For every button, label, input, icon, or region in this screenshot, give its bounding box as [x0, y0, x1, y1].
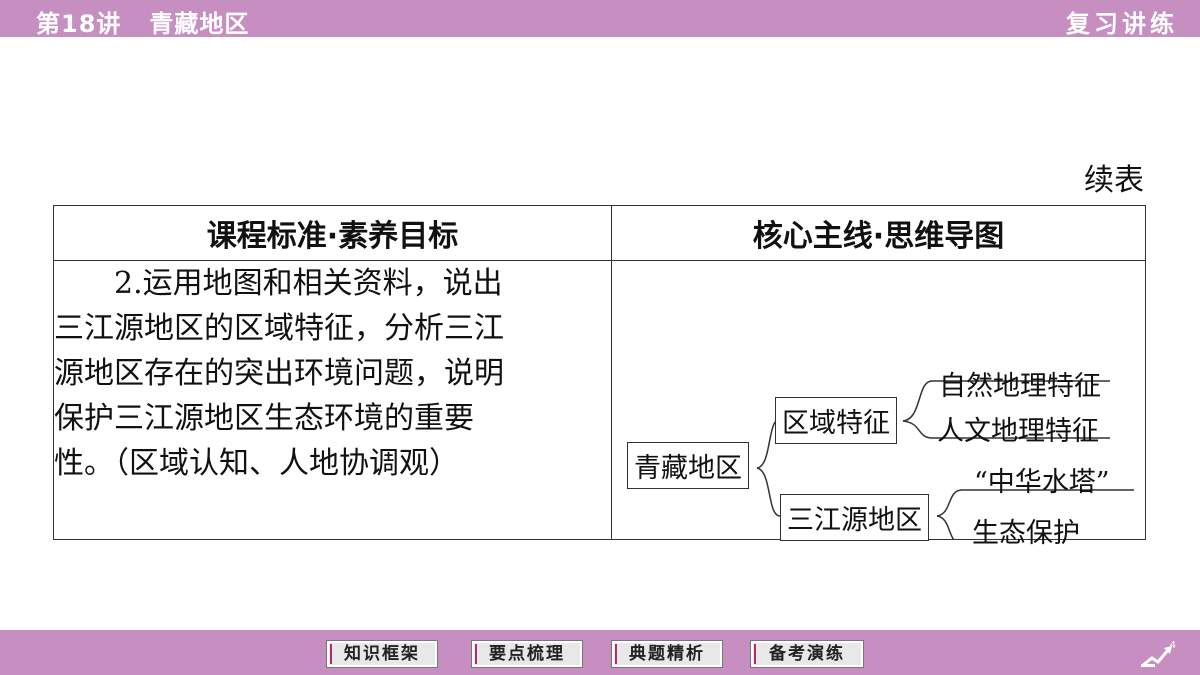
- standards-line-4: 保护三江源地区生态环境的重要: [54, 401, 474, 436]
- mindmap-root: 青藏地区: [627, 442, 749, 489]
- standards-line-5: 性。（区域认知、人地协调观）: [54, 446, 459, 481]
- lecture-title: 第18讲 青藏地区: [36, 4, 249, 39]
- bottom-bar: [0, 630, 1200, 675]
- section-title: 复习讲练: [1066, 10, 1178, 38]
- mindmap-branch-regional-features: 区域特征: [775, 397, 897, 444]
- lecture-topic: 青藏地区: [149, 10, 250, 38]
- nav-key-points-button[interactable]: 要点梳理: [471, 640, 583, 668]
- standards-cell: 2.运用地图和相关资料，说出 三江源地区的区域特征，分析三江 源地区存在的突出环…: [53, 260, 612, 540]
- mindmap-leaf-eco-protection: 生态保护: [972, 518, 1080, 549]
- top-bar: 第18讲 青藏地区 复习讲练: [0, 0, 1200, 39]
- page-indicator[interactable]: 4: [1138, 640, 1182, 670]
- nav-knowledge-framework-button[interactable]: 知识框架: [326, 640, 438, 668]
- table-row: 2.运用地图和相关资料，说出 三江源地区的区域特征，分析三江 源地区存在的突出环…: [53, 260, 1146, 549]
- mindmap-leaf-water-tower: “中华水塔”: [974, 467, 1110, 498]
- table-header-row: 课程标准·素养目标 核心主线·思维导图: [53, 205, 1146, 261]
- nav-exam-practice-button[interactable]: 备考演练: [750, 640, 864, 668]
- standards-line-1: 2.运用地图和相关资料，说出: [114, 266, 503, 301]
- continued-label: 续表: [1084, 163, 1144, 198]
- page-number: 4: [1169, 640, 1176, 651]
- lecture-number: 第18讲: [36, 10, 122, 38]
- mindmap-leaf-physical: 自然地理特征: [939, 371, 1101, 402]
- col2-header: 核心主线·思维导图: [611, 205, 1146, 261]
- col1-header: 课程标准·素养目标: [53, 205, 612, 261]
- standards-line-2: 三江源地区的区域特征，分析三江: [54, 311, 504, 346]
- mindmap-cell: 青藏地区 区域特征 自然地理特征 人文地理特征 三江源地区 “中华水塔” 生态保…: [611, 260, 1146, 549]
- mindmap-leaf-human: 人文地理特征: [937, 416, 1099, 447]
- content-table: 课程标准·素养目标 核心主线·思维导图 2.运用地图和相关资料，说出 三江源地区…: [53, 205, 1146, 549]
- standards-line-3: 源地区存在的突出环境问题，说明: [54, 356, 504, 391]
- nav-typical-problems-button[interactable]: 典题精析: [611, 640, 723, 668]
- mindmap-branch-sanjiangyuan: 三江源地区: [780, 494, 929, 541]
